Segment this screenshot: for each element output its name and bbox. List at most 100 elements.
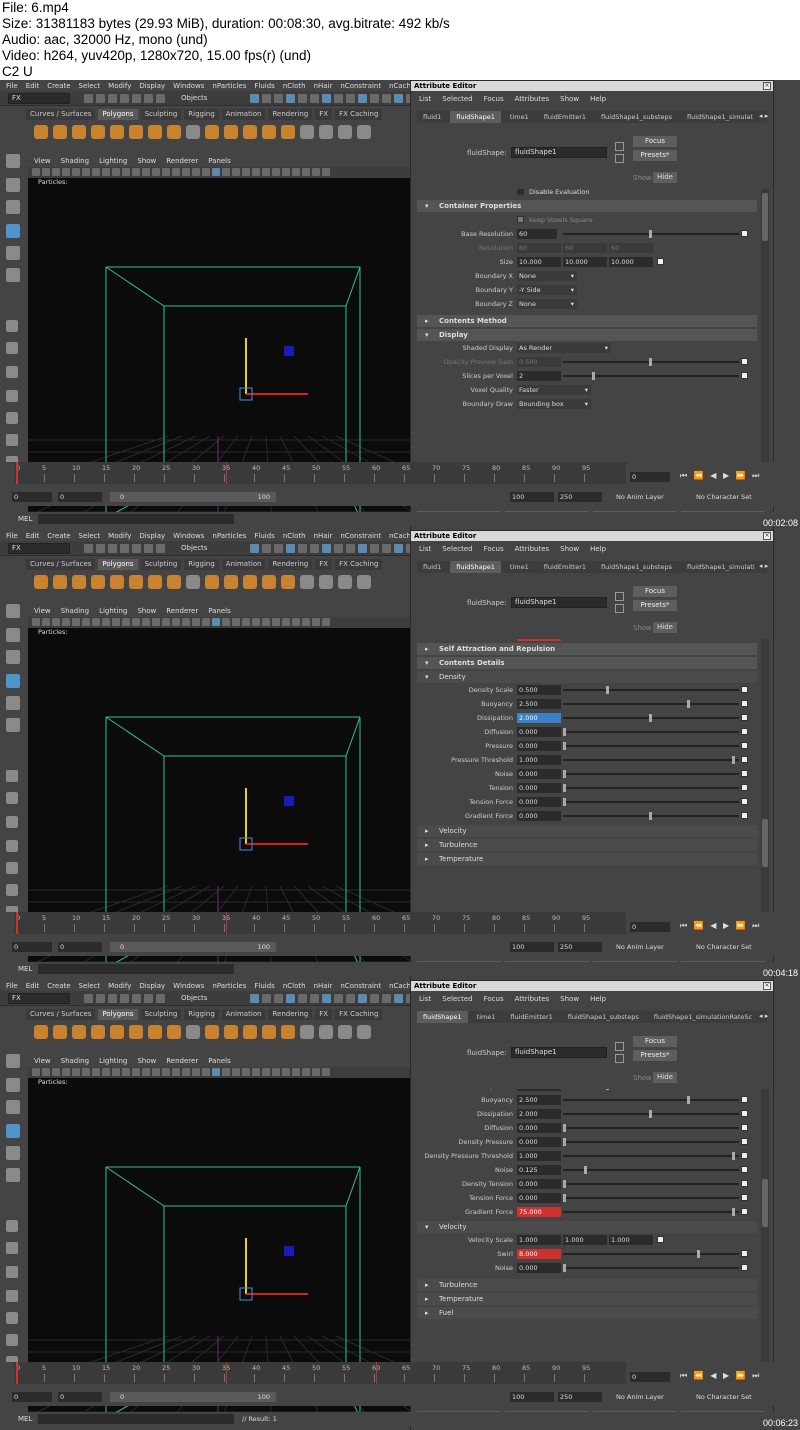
ae-menu-item[interactable]: Attributes <box>515 545 550 553</box>
attribute-section[interactable]: ▸ Contents Method <box>417 315 757 327</box>
expand-right-icon[interactable]: ▸ <box>425 853 429 865</box>
viewport-tool-icon[interactable] <box>262 1068 270 1076</box>
viewport-tool-icon[interactable] <box>72 618 80 626</box>
shelf-tool-icon[interactable] <box>91 575 105 589</box>
map-button-icon[interactable] <box>741 358 748 365</box>
attribute-scrollbar[interactable] <box>761 1089 769 1389</box>
status-icon[interactable] <box>156 994 165 1003</box>
shelf-tool-icon[interactable] <box>91 1025 105 1039</box>
menu-item[interactable]: nHair <box>314 982 333 990</box>
attribute-section[interactable]: ▾ Contents Details <box>417 657 757 669</box>
shelf-tool-icon[interactable] <box>34 1025 48 1039</box>
shelf-tab[interactable]: Polygons <box>98 559 138 570</box>
slider-handle[interactable] <box>649 358 652 366</box>
attribute-section[interactable]: ▸ Temperature <box>417 853 757 865</box>
viewport-tool-icon[interactable] <box>92 618 100 626</box>
shelf-tab[interactable]: Rendering <box>268 1009 313 1020</box>
map-button-icon[interactable] <box>741 230 748 237</box>
viewport-tool-icon[interactable] <box>72 168 80 176</box>
layout-icon[interactable] <box>6 1266 18 1278</box>
slider-handle[interactable] <box>697 1250 700 1258</box>
shelf-tool-icon[interactable] <box>167 575 181 589</box>
snap-icon[interactable] <box>358 544 367 553</box>
hide-button[interactable]: Hide <box>653 172 677 183</box>
layout-icon[interactable] <box>6 1334 18 1346</box>
shelf-tool-icon[interactable] <box>338 575 352 589</box>
attribute-dropdown[interactable]: Faster ▾ <box>517 385 591 395</box>
shelf-tool-icon[interactable] <box>34 575 48 589</box>
viewport-tool-icon[interactable] <box>162 168 170 176</box>
tab-fluidshape1[interactable]: fluidShape1 <box>450 561 501 573</box>
slider-handle[interactable] <box>649 714 652 722</box>
tab-fluidshape1_simulat[interactable]: fluidShape1_simulat <box>681 111 759 123</box>
attribute-value-field[interactable]: 2.500 <box>517 699 561 709</box>
viewport-menu-item[interactable]: View <box>34 1057 51 1065</box>
current-frame-field[interactable]: 0 <box>630 1372 670 1382</box>
attribute-slider[interactable] <box>563 1096 739 1104</box>
layout-icon[interactable] <box>6 884 18 896</box>
tab-scroll-arrows-icon[interactable]: ◂ ▸ <box>759 562 768 570</box>
attribute-dropdown[interactable]: -Y Side ▾ <box>517 285 577 295</box>
slider-handle[interactable] <box>563 798 566 806</box>
status-icon[interactable] <box>132 544 141 553</box>
layout-icon[interactable] <box>6 792 18 804</box>
viewport-tool-icon[interactable] <box>232 168 240 176</box>
shelf-tab[interactable]: FX <box>315 559 333 570</box>
viewport-tool-icon[interactable] <box>42 168 50 176</box>
hide-button[interactable]: Hide <box>653 622 677 633</box>
attribute-slider[interactable] <box>563 812 739 820</box>
shelf-tool-icon[interactable] <box>300 1025 314 1039</box>
range-slider[interactable]: 0 100 <box>110 942 276 952</box>
attribute-slider[interactable] <box>563 1138 739 1146</box>
shelf-tab[interactable]: FX Caching <box>335 1009 383 1020</box>
snap-icon[interactable] <box>334 994 343 1003</box>
tool-icon[interactable] <box>6 718 20 732</box>
status-icon[interactable] <box>96 544 105 553</box>
viewport-tool-icon[interactable] <box>272 1068 280 1076</box>
snap-icon[interactable] <box>262 94 271 103</box>
attribute-slider[interactable] <box>563 798 739 806</box>
close-icon[interactable]: × <box>763 82 771 90</box>
size-field[interactable]: 10.000 <box>563 257 607 267</box>
command-input[interactable] <box>38 964 234 974</box>
attribute-slider[interactable] <box>563 1264 739 1272</box>
tab-scroll-arrows-icon[interactable]: ◂ ▸ <box>759 112 768 120</box>
shelf-tool-icon[interactable] <box>224 575 238 589</box>
scrollbar-thumb[interactable] <box>762 819 768 867</box>
slider-handle[interactable] <box>563 742 566 750</box>
viewport-menu-item[interactable]: Shading <box>61 607 89 615</box>
viewport-tool-icon[interactable] <box>142 168 150 176</box>
tool-icon[interactable] <box>6 178 20 192</box>
status-icon[interactable] <box>108 94 117 103</box>
tab-fluidshape1_substeps[interactable]: fluidShape1_substeps <box>595 111 678 123</box>
status-icon[interactable] <box>120 94 129 103</box>
mode-selector[interactable]: FX <box>8 93 70 104</box>
viewport-tool-icon[interactable] <box>212 618 220 626</box>
slider-handle[interactable] <box>563 728 566 736</box>
slider-handle[interactable] <box>563 1138 566 1146</box>
snap-icon[interactable] <box>250 994 259 1003</box>
viewport-tool-icon[interactable] <box>32 1068 40 1076</box>
menu-item[interactable]: Display <box>139 532 165 540</box>
shelf-tool-icon[interactable] <box>300 575 314 589</box>
viewport-tool-icon[interactable] <box>172 1068 180 1076</box>
tab-time1[interactable]: time1 <box>504 111 535 123</box>
attribute-value-field[interactable]: 0.500 <box>517 357 561 367</box>
snap-icon[interactable] <box>274 994 283 1003</box>
map-button-icon[interactable] <box>741 686 748 693</box>
status-icon[interactable] <box>144 94 153 103</box>
map-button-icon[interactable] <box>741 1166 748 1173</box>
viewport-tool-icon[interactable] <box>72 1068 80 1076</box>
map-button-icon[interactable] <box>741 1208 748 1215</box>
attribute-value-field[interactable]: 0.500 <box>517 1089 561 1091</box>
shelf-tool-icon[interactable] <box>129 575 143 589</box>
command-input[interactable] <box>38 514 234 524</box>
map-button-icon[interactable] <box>741 1138 748 1145</box>
tool-icon[interactable] <box>6 1124 20 1138</box>
viewport-tool-icon[interactable] <box>32 618 40 626</box>
anim-layer-selector[interactable]: No Anim Layer <box>616 493 664 501</box>
playback-end-field[interactable]: 100 <box>510 492 554 502</box>
shelf-tab[interactable]: Animation <box>221 1009 266 1020</box>
menu-item[interactable]: nCloth <box>283 82 306 90</box>
attribute-value-field[interactable]: 0.000 <box>517 1263 561 1273</box>
